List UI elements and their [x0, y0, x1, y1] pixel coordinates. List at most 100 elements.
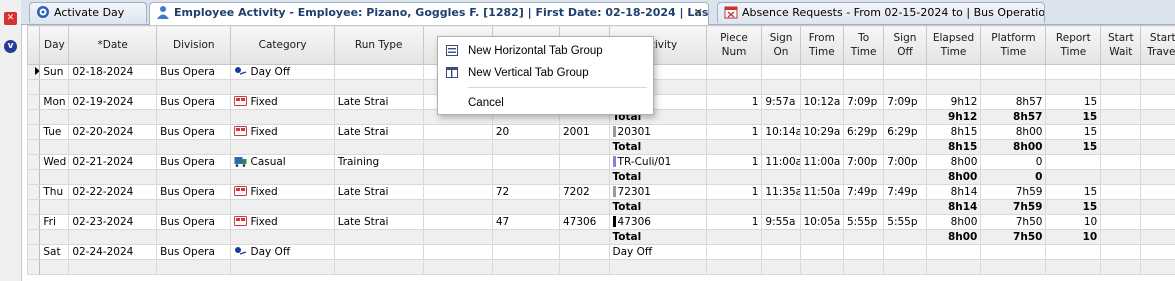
cell-block[interactable]: [558, 154, 610, 170]
cell-division[interactable]: Bus Opera: [156, 214, 232, 230]
cell-activity[interactable]: TR-Culi/01: [608, 154, 707, 170]
cell-day[interactable]: Tue: [39, 124, 70, 140]
cell-category[interactable]: Day Off: [230, 64, 335, 80]
row-indicator[interactable]: [26, 64, 41, 80]
cell-division[interactable]: Bus Opera: [156, 244, 232, 260]
cell-start-wait[interactable]: [1100, 94, 1142, 110]
cell-run-type[interactable]: [333, 64, 424, 80]
column-header[interactable]: Sign On: [761, 25, 801, 65]
cell-platform[interactable]: [980, 244, 1047, 260]
cell-run-type[interactable]: Late Strai: [333, 124, 424, 140]
cell-report[interactable]: 10: [1045, 214, 1102, 230]
row-indicator[interactable]: [26, 94, 41, 110]
cell-from[interactable]: 10:05a: [799, 214, 845, 230]
cell-category[interactable]: Fixed: [230, 184, 335, 200]
table-row[interactable]: Thu 02-22-2024 Bus Opera Fixed Late Strai 72 7…: [26, 184, 1175, 200]
cell-category[interactable]: Fixed: [230, 214, 335, 230]
cell-platform[interactable]: [980, 64, 1047, 80]
column-header[interactable]: Day: [39, 25, 70, 65]
menu-item-new-horizontal-tab-group[interactable]: New Horizontal Tab Group: [438, 40, 653, 62]
cell-block[interactable]: 2001: [558, 124, 610, 140]
cell-from[interactable]: 10:29a: [799, 124, 845, 140]
cell-b[interactable]: [422, 184, 493, 200]
cell-elapsed[interactable]: 8h14: [925, 184, 982, 200]
cell-elapsed[interactable]: [925, 244, 982, 260]
cell-category[interactable]: Casual: [230, 154, 335, 170]
cell-division[interactable]: Bus Opera: [156, 94, 232, 110]
cell-start-wait[interactable]: [1100, 154, 1142, 170]
info-icon[interactable]: v: [4, 40, 17, 53]
cell-elapsed[interactable]: 8h00: [925, 214, 982, 230]
cell-b[interactable]: [422, 124, 493, 140]
cell-date[interactable]: 02-20-2024: [68, 124, 158, 140]
cell-sign-off[interactable]: 7:09p: [883, 94, 927, 110]
column-header[interactable]: Report Time: [1045, 25, 1102, 65]
column-header[interactable]: Sign Off: [883, 25, 927, 65]
tab-absence-requests[interactable]: Absence Requests - From 02-15-2024 to | …: [717, 2, 1045, 23]
table-row[interactable]: Tue 02-20-2024 Bus Opera Fixed Late Strai 20 2…: [26, 124, 1175, 140]
cell-start-wait[interactable]: [1100, 184, 1142, 200]
menu-item-new-vertical-tab-group[interactable]: New Vertical Tab Group: [438, 62, 653, 84]
cell-start-travel[interactable]: [1140, 244, 1175, 260]
cell-sign-on[interactable]: [761, 244, 801, 260]
cell-elapsed[interactable]: [925, 64, 982, 80]
cell-piece[interactable]: [705, 64, 763, 80]
cell-start-wait[interactable]: [1100, 214, 1142, 230]
column-header[interactable]: Category: [230, 25, 335, 65]
cell-elapsed[interactable]: 8h00: [925, 154, 982, 170]
cell-report[interactable]: 15: [1045, 94, 1102, 110]
cell-from[interactable]: 11:50a: [799, 184, 845, 200]
cell-piece[interactable]: 1: [705, 124, 763, 140]
cell-from[interactable]: [799, 64, 845, 80]
cell-elapsed[interactable]: 9h12: [925, 94, 982, 110]
cell-sign-off[interactable]: [883, 244, 927, 260]
cell-run-type[interactable]: Training: [333, 154, 424, 170]
cell-line[interactable]: 20: [491, 124, 560, 140]
cell-line[interactable]: 72: [491, 184, 560, 200]
cell-category[interactable]: Fixed: [230, 94, 335, 110]
cell-sign-off[interactable]: 7:49p: [883, 184, 927, 200]
cell-day[interactable]: Sun: [39, 64, 70, 80]
close-panel-icon[interactable]: ✕: [4, 12, 17, 25]
cell-platform[interactable]: 0: [980, 154, 1047, 170]
cell-sign-on[interactable]: 9:55a: [761, 214, 801, 230]
row-indicator[interactable]: [26, 244, 41, 260]
cell-division[interactable]: Bus Opera: [156, 64, 232, 80]
cell-piece[interactable]: 1: [705, 214, 763, 230]
table-row[interactable]: Wed 02-21-2024 Bus Opera Casual Training TR-C…: [26, 154, 1175, 170]
cell-division[interactable]: Bus Opera: [156, 124, 232, 140]
cell-run-type[interactable]: Late Strai: [333, 214, 424, 230]
tab-employee-activity[interactable]: Employee Activity - Employee: Pizano, Go…: [149, 2, 709, 25]
cell-start-travel[interactable]: [1140, 214, 1175, 230]
cell-piece[interactable]: 1: [705, 154, 763, 170]
cell-date[interactable]: 02-23-2024: [68, 214, 158, 230]
cell-category[interactable]: Fixed: [230, 124, 335, 140]
cell-date[interactable]: 02-22-2024: [68, 184, 158, 200]
cell-line[interactable]: [491, 244, 560, 260]
cell-to[interactable]: 6:29p: [842, 124, 885, 140]
cell-start-wait[interactable]: [1100, 124, 1142, 140]
cell-piece[interactable]: [705, 244, 763, 260]
cell-from[interactable]: 11:00a: [799, 154, 845, 170]
cell-report[interactable]: 15: [1045, 124, 1102, 140]
column-header[interactable]: To Time: [842, 25, 885, 65]
cell-date[interactable]: 02-18-2024: [68, 64, 158, 80]
cell-platform[interactable]: 7h50: [980, 214, 1047, 230]
cell-b[interactable]: [422, 244, 493, 260]
row-indicator[interactable]: [26, 154, 41, 170]
row-indicator[interactable]: [26, 184, 41, 200]
cell-run-type[interactable]: Late Strai: [333, 184, 424, 200]
cell-sign-on[interactable]: 10:14a: [761, 124, 801, 140]
cell-to[interactable]: 7:49p: [842, 184, 885, 200]
cell-line[interactable]: [491, 154, 560, 170]
tab-activate-day[interactable]: Activate Day: [29, 2, 147, 23]
cell-category[interactable]: Day Off: [230, 244, 335, 260]
cell-from[interactable]: [799, 244, 845, 260]
cell-platform[interactable]: 8h57: [980, 94, 1047, 110]
row-indicator[interactable]: [26, 124, 41, 140]
cell-date[interactable]: 02-19-2024: [68, 94, 158, 110]
cell-start-wait[interactable]: [1100, 244, 1142, 260]
cell-sign-on[interactable]: 9:57a: [761, 94, 801, 110]
cell-sign-on[interactable]: 11:35a: [761, 184, 801, 200]
cell-report[interactable]: [1045, 244, 1102, 260]
